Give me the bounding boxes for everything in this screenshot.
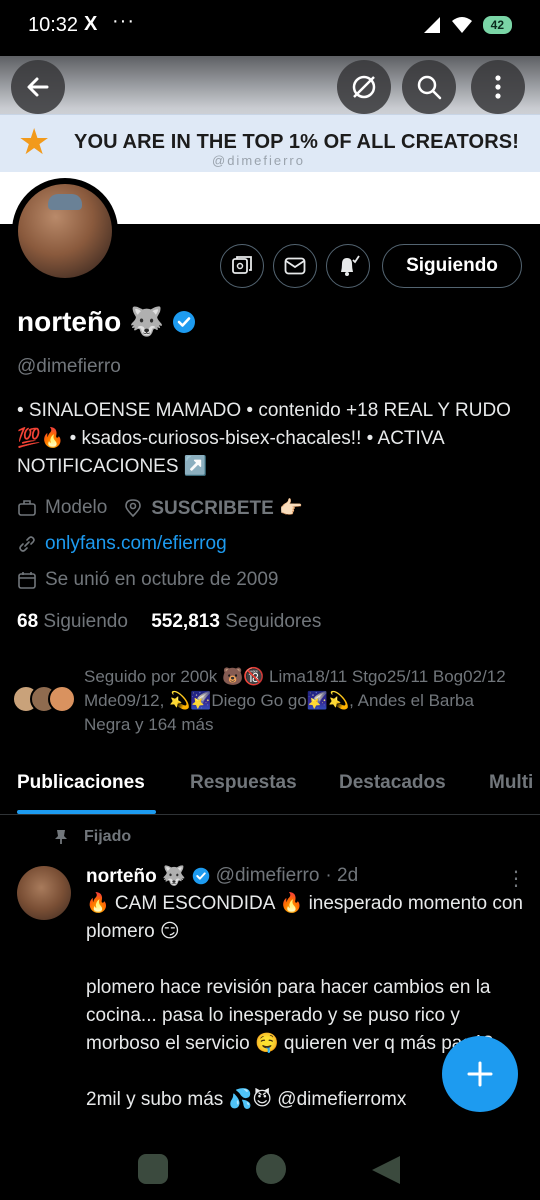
post-author[interactable]: norteño 🐺 (86, 864, 186, 888)
subscription-button[interactable] (220, 244, 264, 288)
location-icon (125, 499, 142, 518)
profile-handle: @dimefierro (17, 356, 121, 377)
avatar[interactable] (18, 184, 112, 278)
post-handle: @dimefierro (215, 865, 320, 886)
recents-nav-button[interactable] (138, 1154, 168, 1184)
profile-bio: • SINALOENSE MAMADO • contenido +18 REAL… (17, 400, 511, 477)
profile-category: Modelo (45, 497, 108, 518)
tab-multimedia[interactable]: Multi (489, 772, 533, 794)
tab-publicaciones[interactable]: Publicaciones (17, 772, 145, 794)
status-right: 42 (423, 16, 512, 34)
mail-icon (284, 257, 306, 275)
back-button[interactable] (11, 60, 65, 114)
pinned-label: Fijado (84, 828, 132, 845)
status-more: ··· (112, 10, 135, 32)
profile-location: SUSCRIBETE 👉🏻 (151, 498, 303, 519)
more-vert-icon (495, 75, 501, 99)
no-sync-button[interactable] (337, 60, 391, 114)
post-more-icon[interactable]: ⋮ (506, 866, 526, 891)
follow-stats: 68 Siguiendo 552,813 Seguidores (17, 611, 321, 633)
search-icon (417, 75, 442, 100)
followers-count: 552,813 (151, 611, 220, 632)
profile-link[interactable]: onlyfans.com/efierrog (45, 533, 227, 555)
profile-name: norteño 🐺 (17, 306, 164, 337)
bell-icon (341, 255, 360, 276)
more-options-button[interactable] (471, 60, 525, 114)
pinned-label-row: Fijado (54, 828, 131, 846)
following-button[interactable]: Siguiendo (382, 244, 522, 288)
post-time: · 2d (325, 865, 359, 886)
following-stat[interactable]: 68 Siguiendo (17, 611, 128, 632)
battery-badge: 42 (482, 16, 512, 34)
link-icon (19, 536, 35, 552)
profile-tabs: Publicaciones Respuestas Destacados Mult… (0, 758, 540, 814)
verified-icon (192, 867, 209, 885)
profile-name-row: norteño 🐺 (17, 305, 196, 338)
status-time: 10:32 (28, 14, 79, 36)
home-nav-button[interactable] (256, 1154, 286, 1184)
following-count: 68 (17, 611, 39, 632)
tabs-divider (0, 814, 540, 815)
tab-respuestas[interactable]: Respuestas (190, 772, 297, 794)
wifi-icon (451, 17, 472, 33)
status-bar: 10:32 X ··· 42 (0, 0, 540, 56)
star-icon: ★ (18, 121, 51, 162)
profile-joined: Se unió en octubre de 2009 (45, 569, 279, 590)
calendar-icon (18, 572, 36, 589)
banner-watermark: @dimefierro (212, 153, 305, 168)
tab-destacados[interactable]: Destacados (339, 772, 446, 794)
meta-row-link: onlyfans.com/efierrog (17, 533, 227, 555)
meta-row-1: Modelo SUSCRIBETE 👉🏻 (17, 496, 303, 520)
compose-button[interactable] (442, 1036, 518, 1112)
back-arrow-icon (27, 77, 49, 97)
post-avatar[interactable] (17, 866, 71, 920)
top-creator-text: YOU ARE IN THE TOP 1% OF ALL CREATORS! (74, 131, 519, 153)
briefcase-icon (18, 500, 36, 516)
verified-icon (172, 310, 195, 333)
search-button[interactable] (402, 60, 456, 114)
message-button[interactable] (273, 244, 317, 288)
following-label: Siguiendo (43, 611, 128, 632)
pin-icon (55, 830, 67, 844)
post-header: norteño 🐺 @dimefierro · 2d (86, 864, 358, 888)
no-sync-icon (352, 75, 376, 99)
signal-icon (423, 17, 440, 33)
followed-by-text[interactable]: Seguido por 200k 🐻🔞 Lima18/11 Stgo25/11 … (84, 665, 524, 737)
meta-row-joined: Se unió en octubre de 2009 (17, 569, 278, 591)
followers-label: Seguidores (225, 611, 322, 632)
followers-stat[interactable]: 552,813 Seguidores (151, 611, 321, 632)
follower-avatar-3 (48, 685, 76, 713)
subscription-icon (232, 256, 252, 274)
x-app-icon: X (84, 13, 98, 35)
plus-icon (467, 1061, 493, 1087)
back-nav-button[interactable] (372, 1156, 400, 1184)
notifications-button[interactable] (326, 244, 370, 288)
